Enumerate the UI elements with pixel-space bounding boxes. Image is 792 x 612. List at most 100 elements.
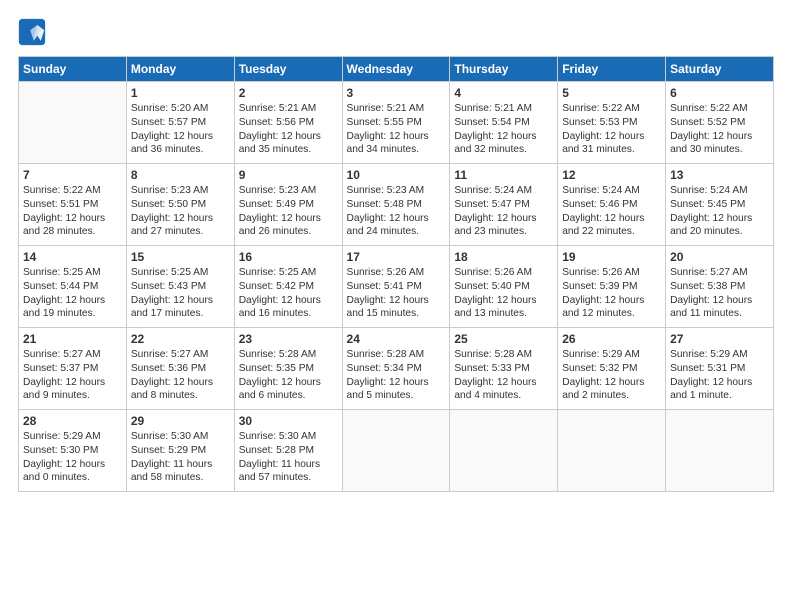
day-info-line: Sunset: 5:29 PM [131, 444, 230, 458]
table-row [558, 410, 666, 492]
day-info-line: Daylight: 12 hours [454, 212, 553, 226]
day-number: 9 [239, 167, 338, 183]
day-info-line: Sunrise: 5:21 AM [454, 102, 553, 116]
table-row: 9Sunrise: 5:23 AMSunset: 5:49 PMDaylight… [234, 164, 342, 246]
day-number: 11 [454, 167, 553, 183]
table-row: 7Sunrise: 5:22 AMSunset: 5:51 PMDaylight… [19, 164, 127, 246]
day-info-line: and 4 minutes. [454, 389, 553, 403]
day-info-line: and 2 minutes. [562, 389, 661, 403]
day-info-line: and 19 minutes. [23, 307, 122, 321]
day-number: 26 [562, 331, 661, 347]
day-number: 20 [670, 249, 769, 265]
day-info-line: Daylight: 12 hours [239, 130, 338, 144]
day-number: 27 [670, 331, 769, 347]
day-info-line: and 5 minutes. [347, 389, 446, 403]
day-info-line: Daylight: 12 hours [454, 130, 553, 144]
day-number: 6 [670, 85, 769, 101]
day-info-line: Daylight: 12 hours [347, 294, 446, 308]
day-number: 14 [23, 249, 122, 265]
day-info-line: Sunrise: 5:28 AM [239, 348, 338, 362]
day-info-line: Sunset: 5:57 PM [131, 116, 230, 130]
table-row: 30Sunrise: 5:30 AMSunset: 5:28 PMDayligh… [234, 410, 342, 492]
table-row: 23Sunrise: 5:28 AMSunset: 5:35 PMDayligh… [234, 328, 342, 410]
day-info-line: and 11 minutes. [670, 307, 769, 321]
day-number: 30 [239, 413, 338, 429]
day-info-line: and 1 minute. [670, 389, 769, 403]
day-info-line: and 20 minutes. [670, 225, 769, 239]
table-row: 26Sunrise: 5:29 AMSunset: 5:32 PMDayligh… [558, 328, 666, 410]
day-info-line: Sunset: 5:48 PM [347, 198, 446, 212]
col-saturday: Saturday [666, 57, 774, 82]
day-info-line: Daylight: 12 hours [454, 376, 553, 390]
table-row: 25Sunrise: 5:28 AMSunset: 5:33 PMDayligh… [450, 328, 558, 410]
day-info-line: Sunrise: 5:23 AM [131, 184, 230, 198]
day-info-line: Daylight: 12 hours [131, 294, 230, 308]
table-row [450, 410, 558, 492]
day-info-line: Sunset: 5:28 PM [239, 444, 338, 458]
table-row: 5Sunrise: 5:22 AMSunset: 5:53 PMDaylight… [558, 82, 666, 164]
day-info-line: Daylight: 12 hours [23, 376, 122, 390]
calendar-week-row: 7Sunrise: 5:22 AMSunset: 5:51 PMDaylight… [19, 164, 774, 246]
day-number: 28 [23, 413, 122, 429]
day-info-line: Sunrise: 5:28 AM [454, 348, 553, 362]
day-number: 5 [562, 85, 661, 101]
day-info-line: Daylight: 12 hours [562, 376, 661, 390]
page: Sunday Monday Tuesday Wednesday Thursday… [0, 0, 792, 502]
day-info-line: and 31 minutes. [562, 143, 661, 157]
day-info-line: and 15 minutes. [347, 307, 446, 321]
table-row: 10Sunrise: 5:23 AMSunset: 5:48 PMDayligh… [342, 164, 450, 246]
col-tuesday: Tuesday [234, 57, 342, 82]
day-number: 10 [347, 167, 446, 183]
day-info-line: Sunset: 5:54 PM [454, 116, 553, 130]
logo-icon [18, 18, 46, 46]
table-row: 2Sunrise: 5:21 AMSunset: 5:56 PMDaylight… [234, 82, 342, 164]
day-info-line: Daylight: 12 hours [131, 212, 230, 226]
table-row: 4Sunrise: 5:21 AMSunset: 5:54 PMDaylight… [450, 82, 558, 164]
day-info-line: and 17 minutes. [131, 307, 230, 321]
day-number: 29 [131, 413, 230, 429]
day-info-line: Daylight: 12 hours [347, 212, 446, 226]
day-number: 12 [562, 167, 661, 183]
col-sunday: Sunday [19, 57, 127, 82]
table-row: 21Sunrise: 5:27 AMSunset: 5:37 PMDayligh… [19, 328, 127, 410]
day-info-line: Sunset: 5:37 PM [23, 362, 122, 376]
day-info-line: Sunset: 5:38 PM [670, 280, 769, 294]
day-number: 23 [239, 331, 338, 347]
day-info-line: and 27 minutes. [131, 225, 230, 239]
day-info-line: and 24 minutes. [347, 225, 446, 239]
day-info-line: Sunset: 5:43 PM [131, 280, 230, 294]
day-info-line: Daylight: 11 hours [239, 458, 338, 472]
day-info-line: and 57 minutes. [239, 471, 338, 485]
day-info-line: and 13 minutes. [454, 307, 553, 321]
day-info-line: Sunrise: 5:27 AM [670, 266, 769, 280]
table-row: 12Sunrise: 5:24 AMSunset: 5:46 PMDayligh… [558, 164, 666, 246]
table-row: 18Sunrise: 5:26 AMSunset: 5:40 PMDayligh… [450, 246, 558, 328]
day-info-line: Sunrise: 5:30 AM [131, 430, 230, 444]
day-number: 24 [347, 331, 446, 347]
day-info-line: Sunset: 5:39 PM [562, 280, 661, 294]
day-number: 19 [562, 249, 661, 265]
table-row: 22Sunrise: 5:27 AMSunset: 5:36 PMDayligh… [126, 328, 234, 410]
day-info-line: and 32 minutes. [454, 143, 553, 157]
day-info-line: Sunrise: 5:23 AM [347, 184, 446, 198]
day-number: 8 [131, 167, 230, 183]
day-info-line: Sunrise: 5:26 AM [454, 266, 553, 280]
calendar-week-row: 21Sunrise: 5:27 AMSunset: 5:37 PMDayligh… [19, 328, 774, 410]
day-info-line: Sunset: 5:31 PM [670, 362, 769, 376]
day-info-line: Sunrise: 5:24 AM [454, 184, 553, 198]
table-row: 15Sunrise: 5:25 AMSunset: 5:43 PMDayligh… [126, 246, 234, 328]
header [18, 18, 774, 46]
day-info-line: and 12 minutes. [562, 307, 661, 321]
calendar-week-row: 1Sunrise: 5:20 AMSunset: 5:57 PMDaylight… [19, 82, 774, 164]
day-info-line: and 16 minutes. [239, 307, 338, 321]
calendar-table: Sunday Monday Tuesday Wednesday Thursday… [18, 56, 774, 492]
day-info-line: Sunset: 5:49 PM [239, 198, 338, 212]
day-info-line: Sunrise: 5:21 AM [239, 102, 338, 116]
day-info-line: Sunset: 5:55 PM [347, 116, 446, 130]
day-info-line: and 35 minutes. [239, 143, 338, 157]
table-row: 1Sunrise: 5:20 AMSunset: 5:57 PMDaylight… [126, 82, 234, 164]
day-info-line: Daylight: 12 hours [239, 294, 338, 308]
day-info-line: Sunrise: 5:26 AM [347, 266, 446, 280]
table-row: 11Sunrise: 5:24 AMSunset: 5:47 PMDayligh… [450, 164, 558, 246]
day-info-line: Sunset: 5:46 PM [562, 198, 661, 212]
